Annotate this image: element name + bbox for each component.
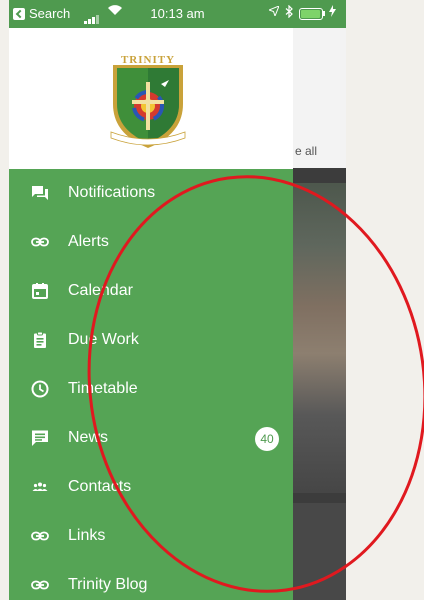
see-all-link: e all (295, 144, 318, 158)
background-app-footer (293, 503, 346, 600)
status-bar: Search 10:13 am (9, 0, 346, 28)
phone-screen: e all Search 10:13 am TRINITY Notificati… (9, 0, 346, 600)
menu-label: News (68, 429, 109, 446)
calendar-icon (32, 283, 48, 299)
menu-label: Timetable (68, 380, 138, 397)
menu-label: Contacts (68, 478, 132, 495)
menu-label: Notifications (68, 184, 156, 201)
menu-label: Alerts (68, 233, 109, 250)
menu-item-trinity-blog[interactable]: Trinity Blog (9, 561, 293, 600)
menu-item-links[interactable]: Links (9, 512, 293, 561)
link-icon (31, 580, 49, 590)
menu-item-calendar[interactable]: Calendar (9, 267, 293, 316)
link-icon (31, 531, 49, 541)
message-icon (32, 430, 48, 446)
background-app-header: e all (293, 28, 346, 168)
bluetooth-icon (285, 4, 293, 21)
clipboard-icon (34, 331, 46, 348)
background-photo (293, 183, 346, 493)
clock-icon (31, 380, 49, 398)
menu-item-timetable[interactable]: Timetable (9, 365, 293, 414)
link-icon (31, 237, 49, 247)
charging-bolt-icon (329, 5, 336, 20)
news-count-badge: 40 (255, 427, 279, 451)
location-arrow-icon (267, 5, 280, 19)
background-app-overlay[interactable]: e all (293, 28, 346, 600)
menu-item-news[interactable]: News 40 (9, 414, 293, 463)
navigation-drawer: TRINITY Notifications Alerts Calendar Du… (9, 28, 293, 600)
menu-item-due-work[interactable]: Due Work (9, 316, 293, 365)
chat-bubbles-icon (32, 186, 48, 200)
drawer-header: TRINITY (9, 28, 293, 169)
menu-label: Links (68, 527, 106, 544)
battery-tip (323, 11, 325, 16)
menu-label: Calendar (68, 282, 133, 299)
svg-text:TRINITY: TRINITY (121, 54, 175, 66)
menu-item-alerts[interactable]: Alerts (9, 218, 293, 267)
clock-time: 10:13 am (150, 6, 205, 21)
menu-label: Trinity Blog (68, 576, 148, 593)
menu-item-contacts[interactable]: Contacts (9, 463, 293, 512)
battery-icon (299, 8, 323, 20)
menu-label: Due Work (68, 331, 139, 348)
trinity-crest-logo: TRINITY (110, 54, 186, 148)
drawer-menu: Notifications Alerts Calendar Due Work T… (9, 169, 293, 600)
menu-item-notifications[interactable]: Notifications (9, 169, 293, 218)
people-icon (32, 482, 48, 491)
